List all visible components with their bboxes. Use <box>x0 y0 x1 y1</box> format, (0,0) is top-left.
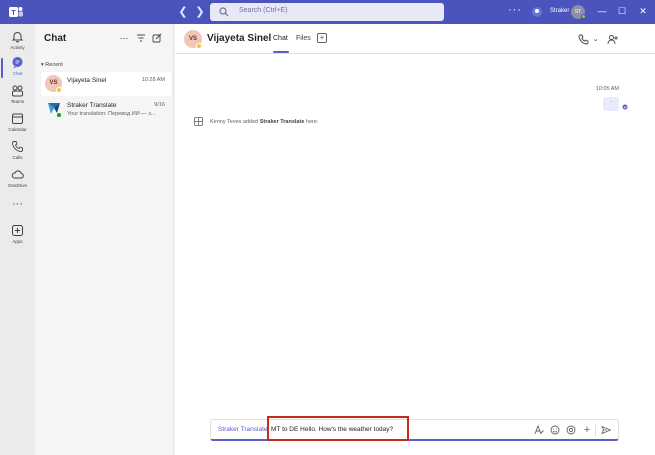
presence-away-icon <box>196 43 202 49</box>
forward-arrow-icon[interactable]: ❯ <box>193 5 207 19</box>
rail-item-onedrive[interactable]: OneDrive <box>0 166 35 194</box>
presence-available-icon <box>56 112 62 118</box>
chat-name: Vijayeta Sinel <box>67 77 107 84</box>
chat-icon <box>12 57 23 69</box>
list-item-vijayeta-sinel[interactable]: VS Vijayeta Sinel 10:28 AM <box>41 72 171 96</box>
send-icon[interactable] <box>601 425 611 435</box>
divider <box>595 424 596 437</box>
section-header-recent[interactable]: ▾ Recent <box>41 62 63 68</box>
search-placeholder: Search (Ctrl+E) <box>239 7 288 14</box>
list-item-straker-translate[interactable]: Straker Translate 9/16 Your translation:… <box>41 97 171 121</box>
add-member-icon <box>194 117 203 126</box>
add-tab-button[interactable]: + <box>317 33 327 43</box>
minimize-button[interactable]: — <box>596 5 608 17</box>
rail-label: Calendar <box>8 127 27 132</box>
chat-main-pane: VS Vijayeta Sinel Chat Files + ⌄ 10:05 A… <box>175 24 655 455</box>
section-label: Recent <box>45 62 63 68</box>
emoji-icon[interactable] <box>550 425 560 435</box>
chat-title: Vijayeta Sinel <box>207 33 272 44</box>
sent-message-bubble[interactable]: · <box>603 97 619 111</box>
chat-time: 9/16 <box>154 102 165 108</box>
rail-label: Apps <box>12 239 23 244</box>
search-icon <box>219 7 229 17</box>
message-timestamp: 10:05 AM <box>595 86 619 92</box>
rail-label: Teams <box>10 99 25 104</box>
teams-logo-icon: T <box>9 7 23 17</box>
search-input[interactable]: Search (Ctrl+E) <box>210 3 444 21</box>
close-button[interactable]: ✕ <box>637 5 649 17</box>
rail-item-teams[interactable]: Teams <box>0 82 35 110</box>
rail-label: OneDrive <box>7 183 27 188</box>
chat-preview: Your translation: Перевод ИИ — э... <box>67 111 156 117</box>
read-receipt-icon <box>622 104 628 110</box>
presence-away-icon <box>56 87 62 93</box>
maximize-button[interactable]: ☐ <box>616 5 628 17</box>
bell-icon <box>11 32 24 43</box>
system-message: Kenny Teves added Straker Translate here… <box>210 119 318 125</box>
rail-label: Activity <box>10 45 25 50</box>
settings-more-icon[interactable]: ··· <box>508 4 522 16</box>
calendar-icon <box>12 113 23 124</box>
chevron-down-icon[interactable]: ⌄ <box>590 34 601 45</box>
teams-icon <box>12 85 23 97</box>
title-bar: T ❮ ❯ Search (Ctrl+E) ··· Straker ST — ☐… <box>0 0 655 24</box>
add-people-icon[interactable] <box>607 34 618 45</box>
rail-item-more[interactable]: ··· <box>0 196 35 224</box>
system-message-prefix: Kenny Teves added <box>210 119 260 125</box>
org-icon[interactable] <box>531 6 543 18</box>
active-tab-indicator <box>273 51 289 53</box>
more-icon: ··· <box>12 198 23 210</box>
call-icon[interactable] <box>578 34 589 45</box>
bot-mention: Straker Translate <box>218 426 268 433</box>
user-org-name: Straker <box>550 8 570 14</box>
rail-item-calls[interactable]: Calls <box>0 138 35 166</box>
more-options-icon[interactable]: ⋯ <box>119 33 129 43</box>
rail-item-calendar[interactable]: Calendar <box>0 110 35 138</box>
tab-files[interactable]: Files <box>296 35 311 42</box>
chat-name: Straker Translate <box>67 102 117 109</box>
page-title: Chat <box>44 33 67 44</box>
system-message-suffix: here. <box>304 119 319 125</box>
highlight-box <box>267 416 409 441</box>
new-chat-icon[interactable] <box>152 33 162 43</box>
presence-available-icon <box>581 14 586 19</box>
system-message-app: Straker Translate <box>259 119 305 125</box>
format-icon[interactable] <box>534 425 544 435</box>
apps-add-icon <box>12 225 23 236</box>
rail-item-chat[interactable]: Chat <box>0 54 35 82</box>
rail-label: Calls <box>12 155 23 160</box>
filter-icon[interactable] <box>136 33 146 43</box>
chat-header: VS Vijayeta Sinel Chat Files + ⌄ <box>175 24 655 54</box>
app-rail: Activity Chat Teams Calendar Calls OneDr… <box>0 24 35 455</box>
chat-list-pane: Chat ⋯ ▾ Recent VS Vijayeta Sinel 10:28 … <box>35 24 174 455</box>
cloud-icon <box>11 170 24 179</box>
phone-icon <box>12 141 23 152</box>
rail-item-activity[interactable]: Activity <box>0 28 35 56</box>
rail-label: Chat <box>12 71 23 76</box>
back-arrow-icon[interactable]: ❮ <box>176 5 190 19</box>
add-attachment-icon[interactable]: + <box>582 425 592 436</box>
chat-time: 10:28 AM <box>141 77 165 83</box>
svg-text:T: T <box>11 10 16 17</box>
rail-item-apps[interactable]: Apps <box>0 222 35 250</box>
loop-icon[interactable] <box>566 425 576 435</box>
tab-chat[interactable]: Chat <box>273 35 288 42</box>
